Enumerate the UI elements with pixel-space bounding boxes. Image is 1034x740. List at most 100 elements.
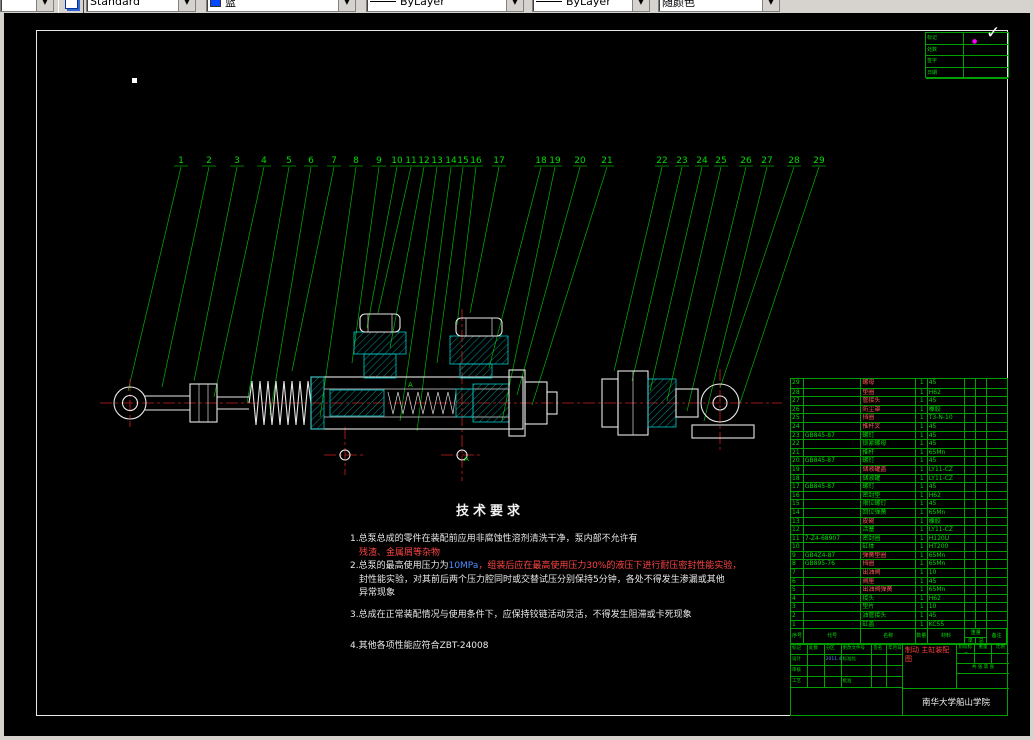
title-block-main-area: 制动 主缸装配 图 阶段标记 重量 比例 (903, 644, 1009, 715)
revision-label: 标记 (926, 33, 964, 44)
bom-cell: 接头 (861, 593, 916, 603)
title-block-cell (825, 666, 842, 676)
linetype-dropdown[interactable]: ByLayer (366, 0, 524, 12)
bom-cell: 3 (791, 602, 804, 612)
bom-cell (976, 464, 988, 474)
title-block-cell (842, 666, 873, 676)
drawing-canvas[interactable]: 1 2 3 4 5 6 7 8 9 10 11 12 13 14 15 16 17 18 19 20 21 22 23 24 2… (4, 13, 1030, 736)
tech-requirement-line: 4.其他各项性能应符合ZBT-24008 (350, 641, 489, 651)
dropdown-arrow-icon[interactable] (338, 0, 355, 11)
bom-cell: 1 (916, 379, 928, 388)
tech-requirement-line: 1.总泵总成的零件在装配前应用非腐蚀性溶剂清洗干净，泵内部不允许有 (350, 534, 638, 544)
bom-cell (803, 421, 862, 431)
bom-cell (976, 507, 988, 517)
bom-cell: H62 (927, 387, 966, 397)
bom-row: 23 GB845-87 螺钉 1 45 (791, 430, 1007, 440)
bom-cell: 出油阀弹簧 (861, 585, 916, 594)
bom-cell (987, 413, 1007, 422)
bom-cell: 65Mn (927, 559, 966, 569)
bom-cell (976, 516, 988, 526)
bom-cell (965, 542, 977, 551)
bom-cell (965, 559, 977, 569)
dropdown-arrow-icon[interactable] (632, 0, 649, 11)
bom-cell: 19 (791, 464, 804, 474)
bom-cell: 螺钉 (861, 482, 916, 491)
bom-cell (965, 447, 977, 457)
bom-cell: 7 (791, 568, 804, 577)
dropdown-arrow-icon[interactable] (506, 0, 523, 11)
color-dropdown[interactable]: 蓝 (206, 0, 356, 12)
bom-cell (803, 516, 862, 526)
bom-cell: 1 (915, 464, 928, 474)
bom-row: 29 螺母 1 45 (791, 379, 1007, 388)
revision-label: 处数 (926, 44, 964, 55)
bom-table: 29 螺母 1 45 28 垫圈 1 H62 27 管接头 1 45 26 防尘罩 1 橡胶 25 挡圈 1 T3-N… (790, 378, 1008, 646)
bom-cell: 45 (927, 499, 966, 508)
bom-cell: 15 (791, 499, 804, 508)
layer-dropdown[interactable] (0, 0, 54, 12)
bom-cell: 弹簧垫圈 (861, 550, 916, 560)
bom-cell (803, 568, 862, 577)
bom-cell (987, 473, 1007, 483)
bom-cell: 1 (915, 439, 928, 448)
style-dropdown[interactable]: Standard (86, 0, 196, 12)
bom-cell (987, 396, 1007, 405)
bom-cell (987, 533, 1007, 543)
bom-cell: 23 (791, 430, 804, 440)
bom-cell: 螺钉 (861, 430, 916, 440)
bom-cell (965, 404, 977, 414)
bom-cell (976, 439, 988, 448)
bom-cell: 13 (791, 516, 804, 526)
bom-cell: 橡胶 (927, 516, 966, 526)
bom-cell: 皮碗 (861, 516, 916, 526)
bom-cell: 1 (915, 516, 928, 526)
bom-cell (987, 404, 1007, 414)
school-name: 南华大学船山学院 (921, 698, 990, 708)
bom-cell (965, 490, 977, 500)
bom-cell: 65Mn (927, 585, 966, 594)
cad-window: Standard 蓝 ByLayer ByLayer 随颜色 (0, 0, 1034, 740)
bom-cell: 储液罐盖 (861, 464, 916, 474)
bom-row: 19 储液罐盖 1 LY11-CZ (791, 464, 1007, 474)
dropdown-arrow-icon[interactable] (762, 0, 779, 11)
bom-cell (803, 439, 862, 448)
layer-properties-button[interactable] (58, 0, 84, 13)
bom-row: 20 GB845-87 螺钉 1 45 (791, 456, 1007, 465)
bom-header-cell: 数量 (915, 628, 928, 645)
plotstyle-dropdown[interactable]: 随颜色 (658, 0, 780, 12)
bom-cell (976, 473, 988, 483)
bom-cell (987, 550, 1007, 560)
title-block-meta: 阶段标记 重量 比例 共 张 第 张 (957, 644, 1009, 688)
bom-cell (976, 619, 988, 629)
bom-cell: 24 (791, 421, 804, 431)
title-block-label: 阶段标记 (957, 644, 975, 653)
dropdown-arrow-icon[interactable] (36, 0, 53, 11)
title-block-label: 工艺 (791, 677, 808, 687)
lineweight-value: ByLayer (566, 0, 611, 8)
bom-cell (965, 379, 977, 388)
bom-cell: 1 (915, 456, 928, 465)
bom-cell (803, 542, 862, 551)
dropdown-arrow-icon[interactable] (178, 0, 195, 11)
bom-cell: T3-N-10 (927, 413, 966, 422)
bom-header-cell: 代号 (803, 628, 862, 645)
title-block-date: 2011.4.8 (825, 655, 842, 665)
title-block-cell (808, 677, 825, 687)
bom-cell (965, 421, 977, 431)
bom-cell: 缸盖 (861, 619, 916, 629)
revision-label: 日期 (926, 67, 964, 78)
bom-cell: HT200 (927, 542, 966, 551)
bom-row: 18 储液罐 1 LY11-CZ (791, 473, 1007, 483)
title-block-cell (808, 666, 825, 676)
bom-cell: 45 (927, 421, 966, 431)
bom-row: 17 GB845-87 螺钉 1 45 (791, 482, 1007, 491)
bom-cell (976, 550, 988, 560)
bom-cell (976, 482, 988, 491)
bom-cell: 45 (927, 396, 966, 405)
bom-cell: 10 (927, 602, 966, 612)
lineweight-dropdown[interactable]: ByLayer (532, 0, 650, 12)
bom-cell: 1 (915, 499, 928, 508)
bom-cell: 7-Z4-68907 (803, 533, 862, 543)
bom-cell: 1 (915, 585, 928, 594)
bom-row: 7 出油阀 1 10 (791, 568, 1007, 577)
